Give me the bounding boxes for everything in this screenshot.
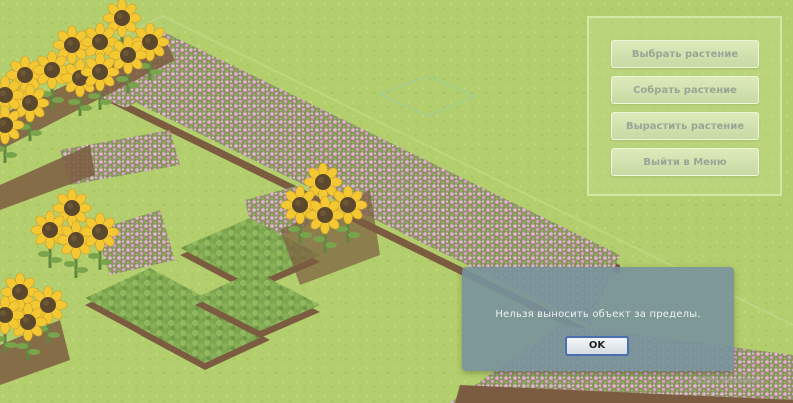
select-plant-button[interactable]: Выбрать растение	[611, 40, 759, 68]
action-menu: Выбрать растение Собрать растение Выраст…	[587, 16, 782, 196]
grow-plant-button[interactable]: Вырастить растение	[611, 112, 759, 140]
ok-button[interactable]: OK	[565, 336, 629, 356]
alert-dialog: Нельзя выносить объект за пределы. OK	[462, 267, 734, 371]
version-label: RTM version	[696, 376, 759, 386]
exit-menu-button[interactable]: Выйти в Меню	[611, 148, 759, 176]
harvest-plant-button[interactable]: Собрать растение	[611, 76, 759, 104]
alert-message: Нельзя выносить объект за пределы.	[495, 309, 701, 320]
